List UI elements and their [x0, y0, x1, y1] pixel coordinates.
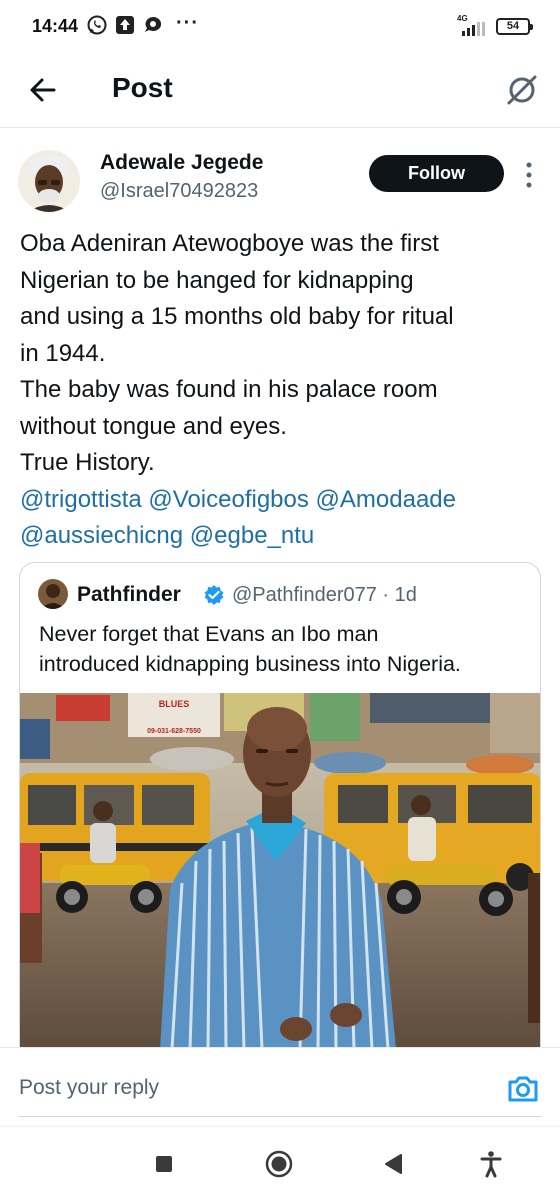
mention-links[interactable]: @aussiechicng @egbe_ntu [20, 518, 548, 555]
mention-links[interactable]: @trigottista @Voiceofigbos @Amodaade [20, 482, 548, 519]
top-app-bar: Post [0, 56, 560, 128]
status-bar: 14:44 ··· 4G 54 [0, 0, 560, 56]
reply-divider [19, 1116, 541, 1117]
author-handle[interactable]: @Israel70492823 [100, 180, 258, 203]
upload-icon [114, 14, 136, 36]
author-avatar[interactable] [18, 150, 80, 212]
nav-back-triangle-icon [385, 1154, 402, 1174]
post-text-line: The baby was found in his palace room [20, 376, 438, 403]
image-sign-text: BLUES [159, 699, 190, 709]
grok-button[interactable] [502, 70, 542, 110]
quoted-text-line: Never forget that Evans an Ibo man [39, 622, 379, 646]
post-text-line: Nigerian to be hanged for kidnapping [20, 266, 414, 294]
more-options-button[interactable] [522, 160, 536, 190]
reply-input[interactable]: Post your reply [19, 1076, 159, 1100]
more-vertical-icon [526, 162, 532, 188]
post-text-line: Oba Adeniran Atewogboye was the first [20, 230, 439, 257]
nav-recents-button[interactable] [149, 1149, 179, 1179]
camera-button[interactable] [506, 1072, 540, 1106]
camera-icon [508, 1076, 538, 1102]
grok-icon [507, 75, 537, 105]
quoted-text: Never forget that Evans an Ibo man intro… [39, 619, 529, 679]
quoted-post[interactable]: Pathfinder @Pathfinder077 · 1d Never for… [19, 562, 541, 1102]
status-overflow: ··· [176, 12, 199, 34]
nav-home-button[interactable] [264, 1149, 294, 1179]
verified-badge-icon [203, 584, 225, 606]
quoted-author-avatar[interactable] [38, 579, 68, 609]
quoted-text-line: introduced kidnapping business into Nige… [39, 652, 461, 676]
post-text-line: True History. [20, 449, 155, 476]
whatsapp-icon [86, 14, 108, 36]
accessibility-icon [480, 1151, 502, 1178]
author-name[interactable]: Adewale Jegede [100, 151, 263, 175]
chat-bubble-icon [142, 14, 164, 36]
image-sign-text: 09-031-628-7550 [147, 728, 201, 735]
post-text-line: in 1944. [20, 339, 106, 367]
post-text: Oba Adeniran Atewogboye was the first Ni… [20, 226, 548, 555]
signal-icon [462, 22, 488, 36]
reply-bar: Post your reply [0, 1047, 560, 1125]
status-time: 14:44 [32, 16, 79, 36]
system-nav-bar [0, 1126, 560, 1200]
back-arrow-icon [30, 78, 56, 102]
quoted-handle-time: @Pathfinder077 · 1d [232, 584, 417, 606]
back-button[interactable] [24, 70, 64, 110]
page-title: Post [112, 72, 173, 103]
quoted-author-name[interactable]: Pathfinder [77, 583, 181, 607]
post-text-line: without tongue and eyes. [20, 412, 287, 440]
nav-back-button[interactable] [379, 1149, 409, 1179]
nav-square-icon [156, 1156, 172, 1172]
nav-accessibility-button[interactable] [476, 1149, 506, 1179]
nav-circle-icon [265, 1150, 293, 1178]
battery-indicator: 54 [496, 18, 533, 35]
post-text-line: and using a 15 months old baby for ritua… [20, 303, 454, 330]
quoted-image[interactable]: BLUES 09-031-628-7550 [20, 693, 540, 1050]
follow-button[interactable]: Follow [369, 155, 504, 192]
